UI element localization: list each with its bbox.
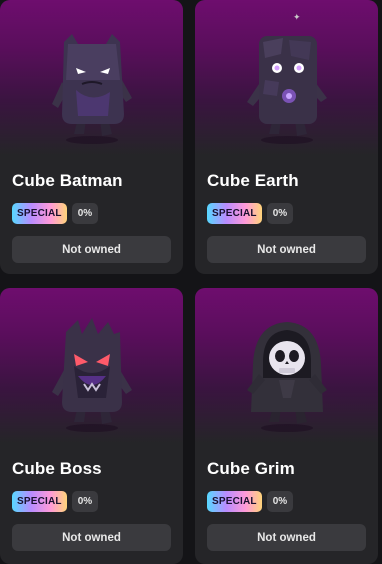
item-tags: SPECIAL 0%	[12, 203, 99, 224]
item-name: Cube Boss	[12, 459, 102, 478]
item-grid: Cube Batman SPECIAL 0% Not owned ✦ Cube …	[0, 0, 382, 564]
ownership-percent-badge: 0%	[266, 203, 294, 224]
item-tags: SPECIAL 0%	[207, 491, 294, 512]
ownership-status-button[interactable]: Not owned	[12, 236, 171, 263]
item-name: Cube Grim	[207, 459, 295, 478]
item-card-cube-grim[interactable]: Cube Grim SPECIAL 0% Not owned	[195, 288, 378, 564]
ownership-status-button[interactable]: Not owned	[207, 236, 366, 263]
cube-batman-figure-icon	[51, 34, 132, 144]
rarity-badge: SPECIAL	[207, 491, 262, 512]
ownership-percent-badge: 0%	[71, 491, 99, 512]
item-tags: SPECIAL 0%	[207, 203, 294, 224]
item-card-cube-batman[interactable]: Cube Batman SPECIAL 0% Not owned	[0, 0, 183, 274]
ownership-percent-badge: 0%	[71, 203, 99, 224]
sparkle-icon: ✦	[293, 12, 301, 22]
item-tags: SPECIAL 0%	[12, 491, 99, 512]
cube-boss-figure-icon	[51, 318, 132, 432]
rarity-badge: SPECIAL	[12, 203, 67, 224]
cube-earth-figure-icon	[246, 36, 327, 144]
rarity-badge: SPECIAL	[12, 491, 67, 512]
cube-grim-figure-icon	[246, 322, 327, 432]
ownership-percent-badge: 0%	[266, 491, 294, 512]
ownership-status-button[interactable]: Not owned	[12, 524, 171, 551]
item-name: Cube Batman	[12, 171, 123, 190]
item-name: Cube Earth	[207, 171, 299, 190]
rarity-badge: SPECIAL	[207, 203, 262, 224]
item-card-cube-earth[interactable]: ✦ Cube Earth SPECIAL 0% Not owned	[195, 0, 378, 274]
item-card-cube-boss[interactable]: Cube Boss SPECIAL 0% Not owned	[0, 288, 183, 564]
ownership-status-button[interactable]: Not owned	[207, 524, 366, 551]
